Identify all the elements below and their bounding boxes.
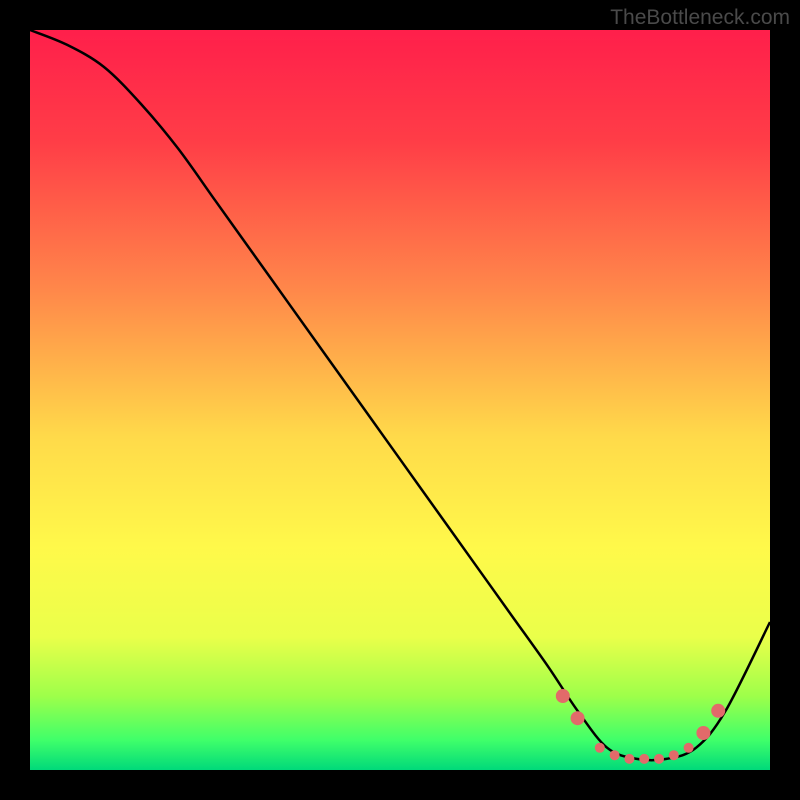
marker-dot bbox=[684, 743, 694, 753]
marker-dot bbox=[654, 754, 664, 764]
bottleneck-chart bbox=[0, 0, 800, 800]
marker-dot bbox=[669, 750, 679, 760]
marker-dot bbox=[556, 689, 570, 703]
marker-dot bbox=[610, 750, 620, 760]
marker-dot bbox=[595, 743, 605, 753]
marker-dot bbox=[639, 754, 649, 764]
chart-svg bbox=[0, 0, 800, 800]
marker-dot bbox=[624, 754, 634, 764]
marker-dot bbox=[711, 704, 725, 718]
marker-dot bbox=[571, 711, 585, 725]
marker-dot bbox=[696, 726, 710, 740]
watermark: TheBottleneck.com bbox=[610, 6, 790, 30]
plot-background bbox=[30, 30, 770, 770]
